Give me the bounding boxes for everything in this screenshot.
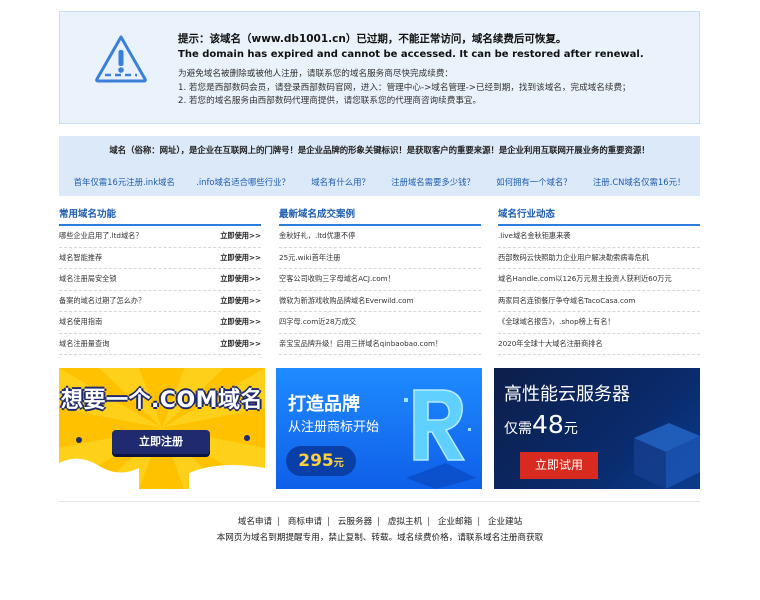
footer-links: 域名申请 | 商标申请 | 云服务器 | 虚拟主机 | 企业邮箱 | 企业建站 <box>0 515 760 527</box>
banner-slogan: 域名（俗称：网址），是企业在互联网上的门牌号！是企业品牌的形象关键标识！是获取客… <box>109 145 650 155</box>
price-unit: 元 <box>333 458 344 469</box>
list-item[interactable]: 域名注册局安全锁 立即使用>> <box>59 269 261 291</box>
list-item-text[interactable]: 2020年全球十大域名注册商排名 <box>498 339 603 349</box>
banner-link[interactable]: 域名有什么用？ <box>311 176 370 188</box>
expired-notice: 提示：该域名（www.db1001.cn）已过期，不能正常访问，域名续费后可恢复… <box>59 11 700 124</box>
use-now-link[interactable]: 立即使用>> <box>220 253 261 263</box>
use-now-link[interactable]: 立即使用>> <box>220 296 261 306</box>
use-now-link[interactable]: 立即使用>> <box>220 231 261 241</box>
column-domain-functions: 常用域名功能 哪些企业启用了.ltd域名？ 立即使用>> 域名智能推荐 立即使用>>… <box>59 208 261 355</box>
list-item[interactable]: 域名Handle.com以126万元易主投资人获利近60万元 <box>498 269 700 291</box>
notice-line: 为避免域名被删除或被他人注册，请联系您的域名服务商尽快完成续费： <box>178 69 454 79</box>
ad-com-domain[interactable]: 想要一个.COM域名 立即注册 <box>59 368 265 489</box>
column-latest-deals: 最新域名成交案例 金秋好礼，.ltd优惠不停 25元.wiki首年注册 空客公司… <box>279 208 481 355</box>
footer-link[interactable]: 商标申请 <box>288 517 322 527</box>
list-item-text[interactable]: .live域名金秋钜惠来袭 <box>498 231 570 241</box>
use-now-link[interactable]: 立即使用>> <box>220 339 261 349</box>
ad-cloud-server[interactable]: 高性能云服务器 仅需48元 立即试用 <box>494 368 700 489</box>
trademark-r-icon <box>404 389 476 489</box>
register-now-button[interactable]: 立即注册 <box>112 430 210 454</box>
price-value: 48 <box>532 410 564 439</box>
notice-title-en: The domain has expired and cannot be acc… <box>178 49 644 60</box>
separator: | <box>477 517 481 527</box>
list-item[interactable]: 域名智能推荐 立即使用>> <box>59 248 261 269</box>
list-item-text[interactable]: 两家同名连锁餐厅争夺域名TacoCasa.com <box>498 296 635 306</box>
list-item-text[interactable]: 金秋好礼，.ltd优惠不停 <box>279 231 355 241</box>
list-item-text[interactable]: 哪些企业启用了.ltd域名？ <box>59 231 143 241</box>
list-item[interactable]: 2020年全球十大域名注册商排名 <box>498 334 700 355</box>
list-item[interactable]: 西部数码云快照助力企业用户解决勒索病毒危机 <box>498 248 700 269</box>
ad-subheadline: 从注册商标开始 <box>288 420 380 435</box>
price-unit: 元 <box>563 421 578 437</box>
ad-trademark[interactable]: 打造品牌 从注册商标开始 295元 <box>276 368 482 489</box>
list-item[interactable]: 两家同名连锁餐厅争夺域名TacoCasa.com <box>498 291 700 312</box>
column-title: 常用域名功能 <box>59 208 261 226</box>
list-item-text[interactable]: 域名注册局安全锁 <box>59 274 117 284</box>
footer-link[interactable]: 虚拟主机 <box>388 517 422 527</box>
use-now-link[interactable]: 立即使用>> <box>220 274 261 284</box>
list-item[interactable]: 域名使用指南 立即使用>> <box>59 312 261 334</box>
notice-title-cn: 提示：该域名（www.db1001.cn）已过期，不能正常访问，域名续费后可恢复… <box>178 33 567 45</box>
list-item[interactable]: 域名注册量查询 立即使用>> <box>59 334 261 355</box>
slogan-banner: 域名（俗称：网址），是企业在互联网上的门牌号！是企业品牌的形象关键标识！是获取客… <box>59 136 700 196</box>
try-now-button[interactable]: 立即试用 <box>520 452 598 479</box>
list-item[interactable]: 《全球域名报告》，.shop榜上有名！ <box>498 312 700 334</box>
list-item-text[interactable]: 25元.wiki首年注册 <box>279 253 340 263</box>
list-item-text[interactable]: 域名Handle.com以126万元易主投资人获利近60万元 <box>498 274 672 284</box>
ad-headline: 想要一个.COM域名 <box>60 388 264 413</box>
list-item[interactable]: .live域名金秋钜惠来袭 <box>498 226 700 248</box>
price-prefix: 仅需 <box>504 421 532 437</box>
footer-link[interactable]: 企业邮箱 <box>438 517 472 527</box>
ad-price-line: 仅需48元 <box>504 410 578 439</box>
banner-links: 首年仅需16元注册.ink域名 .info域名适合哪些行业？ 域名有什么用？ 注… <box>59 176 700 188</box>
column-industry-news: 域名行业动态 .live域名金秋钜惠来袭 西部数码云快照助力企业用户解决勒索病毒… <box>498 208 700 355</box>
notice-line: 1. 若您是西部数码会员，请登录西部数码官网，进入：管理中心->域名管理->已经… <box>178 82 631 93</box>
banner-link[interactable]: 首年仅需16元注册.ink域名 <box>74 176 175 188</box>
banner-link[interactable]: 注册.CN域名仅需16元！ <box>593 176 685 188</box>
server-icon <box>634 423 700 489</box>
price-badge: 295元 <box>286 446 356 476</box>
list-item-text[interactable]: 《全球域名报告》，.shop榜上有名！ <box>498 317 615 327</box>
list-item[interactable]: 哪些企业启用了.ltd域名？ 立即使用>> <box>59 226 261 248</box>
footer-divider <box>59 501 700 502</box>
list-item[interactable]: 金秋好礼，.ltd优惠不停 <box>279 226 481 248</box>
notice-line: 2. 若您的域名服务由西部数码代理商提供，请您联系您的代理商咨询续费事宜。 <box>178 96 482 106</box>
list-item-text[interactable]: 西部数码云快照助力企业用户解决勒索病毒危机 <box>498 253 649 263</box>
banner-link[interactable]: .info域名适合哪些行业？ <box>196 176 290 188</box>
use-now-link[interactable]: 立即使用>> <box>220 317 261 327</box>
list-item[interactable]: 亲宝宝品牌升级！启用三拼域名qinbaobao.com！ <box>279 334 481 355</box>
separator: | <box>277 517 281 527</box>
warning-icon <box>94 34 148 84</box>
list-item-text[interactable]: 备案的域名过期了怎么办？ <box>59 296 145 306</box>
list-item-text[interactable]: 域名使用指南 <box>59 317 102 327</box>
notice-text: 提示：该域名（www.db1001.cn）已过期，不能正常访问，域名续费后可恢复… <box>178 32 689 109</box>
footer-note: 本网页为域名到期提醒专用，禁止复制、转载。域名续费价格，请联系域名注册商获取 <box>216 533 544 543</box>
separator: | <box>327 517 331 527</box>
footer-link[interactable]: 域名申请 <box>238 517 272 527</box>
column-title: 最新域名成交案例 <box>279 208 481 226</box>
footer-link[interactable]: 企业建站 <box>488 517 522 527</box>
list-item[interactable]: 空客公司收购三字母域名ACJ.com！ <box>279 269 481 291</box>
list-item-text[interactable]: 微软为新游戏收购品牌域名Everwild.com <box>279 296 414 306</box>
separator: | <box>377 517 381 527</box>
list-item-text[interactable]: 空客公司收购三字母域名ACJ.com！ <box>279 274 395 284</box>
list-item[interactable]: 四字母.com近28万成交 <box>279 312 481 334</box>
ad-headline: 打造品牌 <box>288 394 360 415</box>
banner-link[interactable]: 注册域名需要多少钱？ <box>391 176 475 188</box>
banner-link[interactable]: 如何拥有一个域名？ <box>496 176 571 188</box>
list-item-text[interactable]: 四字母.com近28万成交 <box>279 317 356 327</box>
price-value: 295 <box>298 451 334 471</box>
list-item[interactable]: 25元.wiki首年注册 <box>279 248 481 269</box>
ad-headline: 高性能云服务器 <box>504 384 630 405</box>
separator: | <box>427 517 431 527</box>
footer-link[interactable]: 云服务器 <box>338 517 372 527</box>
list-item[interactable]: 备案的域名过期了怎么办？ 立即使用>> <box>59 291 261 312</box>
list-item-text[interactable]: 域名注册量查询 <box>59 339 109 349</box>
list-item[interactable]: 微软为新游戏收购品牌域名Everwild.com <box>279 291 481 312</box>
list-item-text[interactable]: 域名智能推荐 <box>59 253 102 263</box>
column-title: 域名行业动态 <box>498 208 700 226</box>
list-item-text[interactable]: 亲宝宝品牌升级！启用三拼域名qinbaobao.com！ <box>279 339 442 349</box>
